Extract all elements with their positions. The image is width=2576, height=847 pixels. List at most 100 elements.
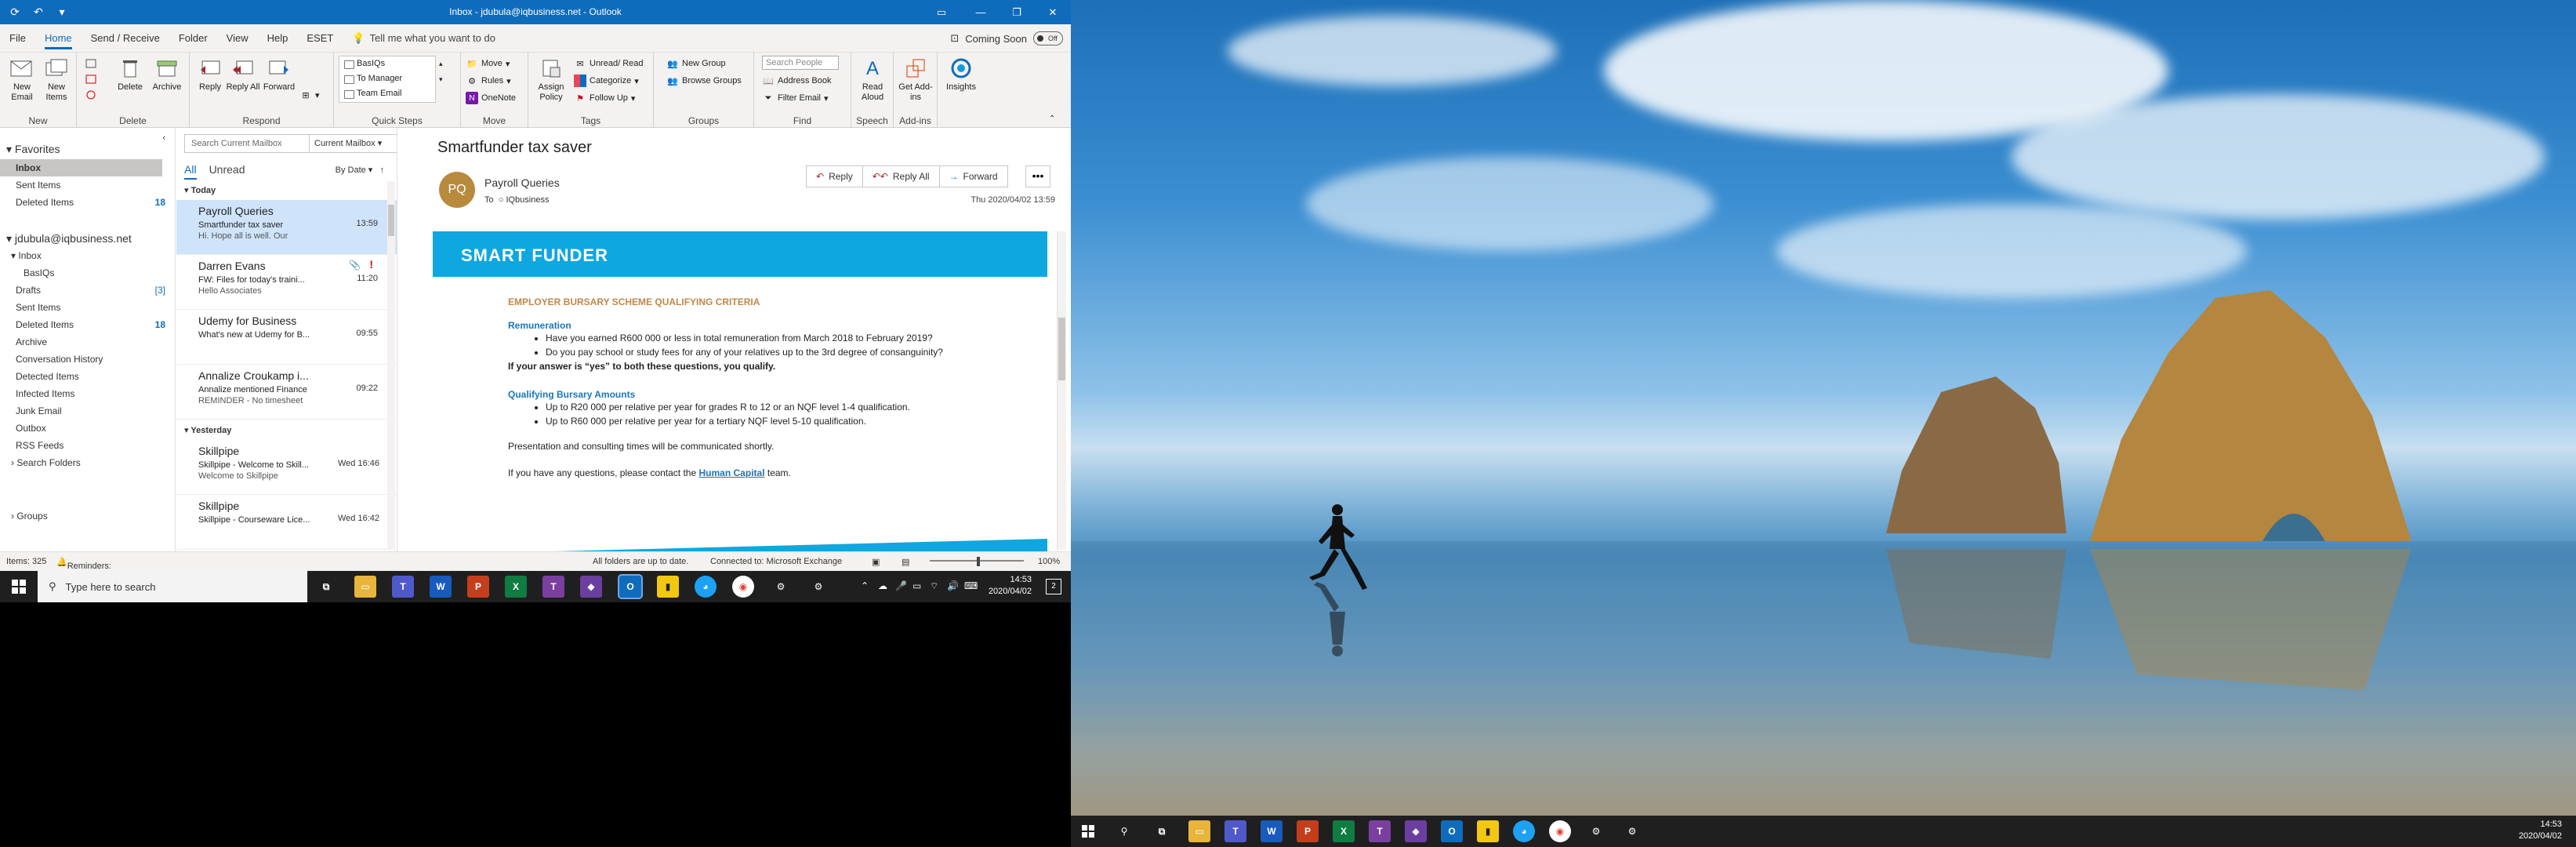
- account-header[interactable]: ▾ jdubula@iqbusiness.net: [0, 230, 175, 247]
- right-app-icon-blue[interactable]: ◕: [1513, 820, 1535, 842]
- chrome-icon[interactable]: ◉: [732, 576, 754, 598]
- favorites-header[interactable]: ▾ Favorites: [0, 140, 175, 158]
- follow-up-button[interactable]: ⚑ Follow Up ▾: [574, 90, 635, 106]
- favorite-deleted-items[interactable]: Deleted Items 18: [0, 194, 175, 211]
- menu-folder[interactable]: Folder: [169, 24, 217, 53]
- right-powerpoint-icon[interactable]: P: [1297, 820, 1319, 842]
- filter-all[interactable]: All: [184, 163, 197, 180]
- message-item[interactable]: Skillpipe Skillpipe - Courseware Lice...…: [176, 495, 397, 550]
- collapse-ribbon-icon[interactable]: ⌃: [1049, 111, 1055, 126]
- close-button[interactable]: ✕: [1035, 0, 1071, 24]
- read-aloud-button[interactable]: A Read Aloud: [854, 56, 891, 103]
- right-app-icon-gear2[interactable]: ⚙: [1585, 820, 1607, 842]
- right-start-button[interactable]: [1077, 820, 1099, 842]
- folder-drafts[interactable]: Drafts [3]: [0, 282, 175, 299]
- word-icon[interactable]: W: [430, 576, 452, 598]
- menu-help[interactable]: Help: [258, 24, 298, 53]
- right-search-icon[interactable]: ⚲: [1113, 820, 1135, 842]
- more-actions-button[interactable]: •••: [1025, 165, 1050, 187]
- folder-detected-items[interactable]: Detected Items: [0, 368, 175, 385]
- sender-avatar[interactable]: PQ: [439, 172, 475, 208]
- right-chrome-icon[interactable]: ◉: [1549, 820, 1571, 842]
- assign-policy-button[interactable]: Assign Policy: [532, 56, 571, 103]
- battery-icon[interactable]: ▭: [912, 580, 921, 591]
- taskbar-clock[interactable]: 14:53 2020/04/02: [989, 574, 1032, 598]
- menu-home[interactable]: Home: [35, 24, 82, 53]
- menu-send-receive[interactable]: Send / Receive: [82, 24, 169, 53]
- quick-steps-scroll-icon[interactable]: ▴: [439, 56, 443, 71]
- message-item[interactable]: Payroll Queries Smartfunder tax saver Hi…: [176, 200, 397, 255]
- ribbon-display-icon[interactable]: ▭: [923, 0, 960, 24]
- outlook-icon[interactable]: O: [618, 574, 643, 599]
- normal-view-icon[interactable]: ▣: [872, 557, 880, 567]
- new-items-button[interactable]: New Items: [39, 56, 74, 103]
- notification-icon[interactable]: 2: [1046, 579, 1061, 594]
- folder-rss-feeds[interactable]: RSS Feeds: [0, 437, 175, 454]
- file-explorer-icon[interactable]: ▭: [354, 576, 376, 598]
- folder-archive[interactable]: Archive: [0, 333, 175, 351]
- app-icon-visual[interactable]: ◆: [580, 576, 602, 598]
- reading-forward-button[interactable]: → Forward: [940, 166, 1007, 187]
- reply-button[interactable]: Reply: [194, 56, 226, 93]
- folder-search-folders[interactable]: › Search Folders: [0, 454, 175, 471]
- right-app-icon-purple[interactable]: T: [1369, 820, 1391, 842]
- get-addins-button[interactable]: Get Add-ins: [897, 56, 934, 103]
- insights-button[interactable]: Insights: [942, 56, 980, 93]
- right-outlook-icon[interactable]: O: [1441, 820, 1463, 842]
- right-teams-icon[interactable]: T: [1225, 820, 1246, 842]
- categorize-button[interactable]: Categorize ▾: [574, 73, 639, 89]
- list-scrollbar[interactable]: [387, 181, 395, 550]
- right-file-explorer-icon[interactable]: ▭: [1188, 820, 1210, 842]
- folder-outbox[interactable]: Outbox: [0, 420, 175, 437]
- reminders[interactable]: 🔔 Reminders: 1: [56, 557, 111, 580]
- move-button[interactable]: 📁 Move ▾: [466, 56, 510, 71]
- group-today[interactable]: ▾ Today: [184, 183, 397, 198]
- quick-step-to-manager[interactable]: To Manager: [339, 71, 435, 86]
- sticky-notes-icon[interactable]: ▮: [657, 576, 679, 598]
- filter-unread[interactable]: Unread: [209, 163, 245, 176]
- folder-junk-email[interactable]: Junk Email: [0, 402, 175, 420]
- right-sticky-notes-icon[interactable]: ▮: [1477, 820, 1499, 842]
- search-input[interactable]: Search Current Mailbox: [184, 134, 310, 153]
- volume-icon[interactable]: 🔊: [947, 580, 959, 591]
- reading-reply-button[interactable]: ↶ Reply: [807, 166, 863, 187]
- quick-steps-down-icon[interactable]: ▾: [439, 71, 443, 87]
- powerpoint-icon[interactable]: P: [467, 576, 489, 598]
- settings-icon[interactable]: ⚙: [807, 576, 829, 598]
- folder-sent-items[interactable]: Sent Items: [0, 299, 175, 316]
- customize-icon[interactable]: ▾: [53, 4, 71, 21]
- teams-icon[interactable]: T: [392, 576, 414, 598]
- message-item[interactable]: Darren Evans FW: Files for today's train…: [176, 255, 397, 310]
- reading-view-icon[interactable]: ▤: [902, 557, 909, 567]
- menu-file[interactable]: File: [0, 24, 35, 53]
- minimize-button[interactable]: —: [963, 0, 999, 24]
- menu-view[interactable]: View: [217, 24, 258, 53]
- undo-icon[interactable]: ↶: [30, 4, 47, 21]
- groups-header[interactable]: › Groups: [0, 507, 175, 525]
- restore-button[interactable]: ❐: [999, 0, 1035, 24]
- forward-button[interactable]: Forward: [262, 56, 296, 93]
- menu-eset[interactable]: ESET: [297, 24, 343, 53]
- junk-icon[interactable]: [85, 87, 97, 103]
- message-item[interactable]: Udemy for Business What's new at Udemy f…: [176, 310, 397, 365]
- right-excel-icon[interactable]: X: [1333, 820, 1355, 842]
- sender-name[interactable]: Payroll Queries: [484, 176, 560, 189]
- address-book-button[interactable]: 📖 Address Book: [762, 73, 831, 89]
- new-group-button[interactable]: 👥 New Group: [666, 56, 726, 71]
- start-button[interactable]: [0, 571, 38, 602]
- unread-read-button[interactable]: ✉ Unread/ Read: [574, 56, 643, 71]
- task-view-icon[interactable]: ⧉: [315, 576, 337, 598]
- zoom-thumb[interactable]: [977, 557, 980, 566]
- network-icon[interactable]: ⌔: [930, 580, 938, 592]
- coming-soon-toggle[interactable]: Off: [1033, 31, 1063, 45]
- folder-infected-items[interactable]: Infected Items: [0, 385, 175, 402]
- group-yesterday[interactable]: ▾ Yesterday: [184, 423, 397, 438]
- message-item[interactable]: Skillpipe Skillpipe - Welcome to Skill..…: [176, 440, 397, 495]
- search-people-input[interactable]: Search People: [762, 56, 839, 70]
- favorite-sent-items[interactable]: Sent Items: [0, 176, 175, 194]
- more-respond-icon[interactable]: ⊞ ▾: [299, 87, 319, 103]
- new-email-button[interactable]: New Email: [5, 56, 39, 103]
- folder-inbox[interactable]: ▾ Inbox: [0, 247, 175, 264]
- human-capital-link[interactable]: Human Capital: [699, 467, 765, 478]
- app-icon-purple[interactable]: T: [542, 576, 564, 598]
